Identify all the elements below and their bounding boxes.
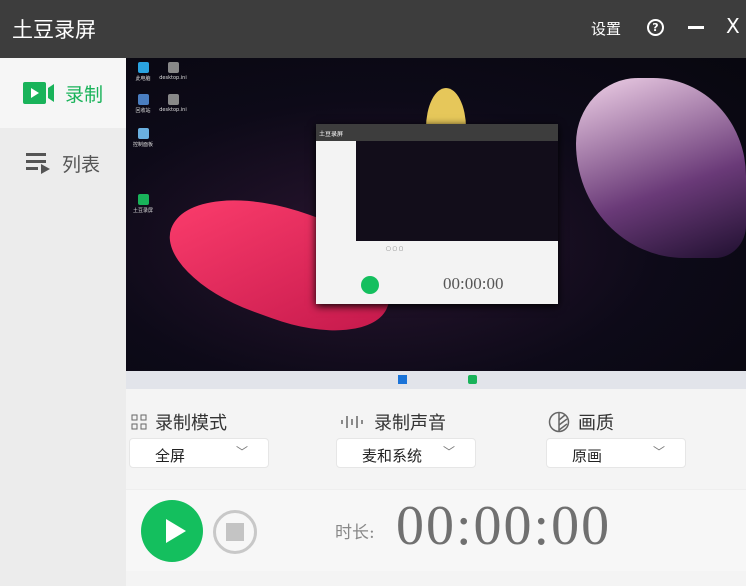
sidebar-item-record[interactable]: 录制	[0, 58, 126, 128]
desktop-icon: 控制面板	[128, 128, 158, 148]
sidebar-item-label: 列表	[61, 153, 100, 176]
taskbar	[126, 371, 746, 389]
start-record-button[interactable]	[141, 500, 203, 562]
minimize-icon[interactable]	[688, 26, 704, 29]
video-camera-icon	[22, 82, 54, 104]
controls-panel: 录制模式 全屏 ﹀ 录制声音 麦和系统 ﹀ 画质 原画 ﹀ 时长: 00:00:00	[126, 389, 746, 586]
mode-label: 录制模式	[131, 409, 227, 435]
quality-icon	[548, 411, 570, 433]
close-icon[interactable]: X	[726, 14, 740, 38]
nested-app-window: 土豆录屏 ▢ ▢ ▢ 00:00:00	[316, 124, 558, 304]
screen-preview: 此电脑 desktop.ini 回收站 desktop.ini 控制面板 土豆录…	[126, 58, 746, 371]
title-bar: 土豆录屏 设置 ? X	[0, 0, 746, 58]
desktop-icon: 此电脑	[128, 62, 158, 82]
list-play-icon	[25, 153, 50, 174]
chevron-down-icon: ﹀	[442, 445, 455, 459]
audio-label: 录制声音	[340, 409, 446, 435]
grid-icon	[131, 414, 147, 430]
sidebar-item-list[interactable]: 列表	[0, 128, 126, 198]
desktop-icon: 回收站	[128, 94, 158, 114]
sidebar: 录制 列表	[0, 58, 126, 586]
duration-label: 时长:	[335, 523, 375, 543]
quality-label: 画质	[548, 409, 614, 435]
desktop-icon: desktop.ini	[158, 94, 188, 113]
quality-dropdown[interactable]: 原画 ﹀	[546, 438, 686, 468]
settings-button[interactable]: 设置	[591, 18, 621, 39]
record-bar: 时长: 00:00:00	[126, 489, 746, 571]
desktop-icon: 土豆录屏	[128, 194, 158, 214]
timer-display: 00:00:00	[396, 495, 612, 557]
desktop-icon: desktop.ini	[158, 62, 188, 81]
app-title: 土豆录屏	[12, 18, 96, 42]
chevron-down-icon: ﹀	[235, 445, 248, 459]
audio-dropdown[interactable]: 麦和系统 ﹀	[336, 438, 476, 468]
sound-wave-icon	[341, 416, 363, 428]
mode-dropdown[interactable]: 全屏 ﹀	[129, 438, 269, 468]
sidebar-item-label: 录制	[64, 83, 103, 106]
stop-record-button[interactable]	[213, 510, 257, 554]
chevron-down-icon: ﹀	[652, 445, 665, 459]
help-icon[interactable]: ?	[647, 19, 664, 36]
